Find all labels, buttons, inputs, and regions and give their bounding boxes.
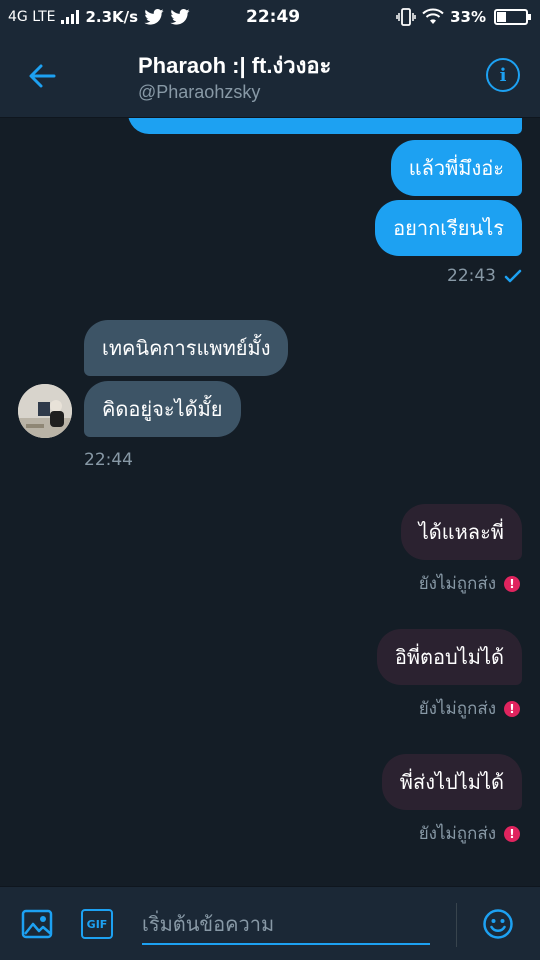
twitter-bird-icon bbox=[144, 9, 164, 25]
vibrate-icon bbox=[396, 8, 416, 26]
battery-fill bbox=[497, 12, 507, 22]
avatar-image bbox=[18, 384, 72, 438]
conversation-title[interactable]: Pharaoh :| ft.ง่วงอะ bbox=[138, 48, 331, 83]
emoji-icon bbox=[483, 909, 513, 939]
wifi-icon bbox=[422, 8, 444, 24]
image-button[interactable] bbox=[20, 907, 54, 941]
message-timestamp: 22:43 bbox=[447, 266, 496, 286]
network-speed: 2.3K/s bbox=[85, 8, 139, 26]
message-bubble-sent[interactable]: แล้วพี่มึงอ่ะ bbox=[390, 140, 522, 196]
message-bubble-sent-partial[interactable] bbox=[128, 118, 522, 134]
message-bubble-sent[interactable]: อยากเรียนไร bbox=[375, 200, 522, 256]
battery-percent: 33% bbox=[450, 8, 486, 26]
message-bubble-failed[interactable]: อิพี่ตอบไม่ได้ bbox=[376, 629, 522, 685]
error-icon: ! bbox=[504, 825, 520, 842]
message-meta: 22:43 bbox=[447, 266, 522, 286]
error-icon: ! bbox=[504, 575, 520, 592]
back-button[interactable] bbox=[24, 58, 60, 94]
conversation-handle[interactable]: @Pharaohzsky bbox=[138, 82, 260, 103]
message-status[interactable]: ยังไม่ถูกส่ง ! bbox=[419, 570, 520, 597]
emoji-button[interactable] bbox=[481, 907, 515, 941]
message-status[interactable]: ยังไม่ถูกส่ง ! bbox=[419, 695, 520, 722]
network-type: 4G LTE bbox=[8, 9, 56, 25]
gif-icon: GIF bbox=[81, 909, 113, 939]
conversation-header: Pharaoh :| ft.ง่วงอะ @Pharaohzsky i bbox=[0, 34, 540, 118]
message-composer: GIF bbox=[0, 886, 540, 960]
signal-icon bbox=[61, 10, 80, 24]
info-icon[interactable]: i bbox=[486, 58, 520, 92]
checkmark-icon bbox=[504, 269, 522, 283]
message-bubble-received[interactable]: เทคนิคการแพทย์มั้ง bbox=[84, 320, 289, 376]
message-thread[interactable]: แล้วพี่มึงอ่ะ อยากเรียนไร 22:43 เทคนิคกา… bbox=[0, 118, 540, 886]
message-timestamp: 22:44 bbox=[84, 450, 133, 470]
status-bar-right: 33% bbox=[396, 0, 531, 34]
message-bubble-received[interactable]: คิดอยู่จะได้มั้ย bbox=[84, 381, 241, 437]
battery-icon bbox=[494, 9, 531, 25]
clock: 22:49 bbox=[246, 7, 301, 27]
gif-button[interactable]: GIF bbox=[80, 907, 114, 941]
message-bubble-failed[interactable]: ได้แหละพี่ bbox=[400, 504, 522, 560]
not-sent-label: ยังไม่ถูกส่ง bbox=[418, 574, 496, 594]
avatar[interactable] bbox=[18, 384, 72, 438]
not-sent-label: ยังไม่ถูกส่ง bbox=[418, 824, 496, 844]
status-bar-left: 4G LTE 2.3K/s bbox=[8, 0, 190, 34]
arrow-left-icon bbox=[29, 64, 56, 88]
error-icon: ! bbox=[504, 700, 520, 717]
message-status[interactable]: ยังไม่ถูกส่ง ! bbox=[419, 820, 520, 847]
composer-divider bbox=[456, 903, 457, 947]
twitter-bird-icon bbox=[170, 9, 190, 25]
status-bar: 4G LTE 2.3K/s 22:49 33% bbox=[0, 0, 540, 34]
image-icon bbox=[21, 909, 53, 939]
message-bubble-failed[interactable]: พี่ส่งไปไม่ได้ bbox=[381, 754, 522, 810]
not-sent-label: ยังไม่ถูกส่ง bbox=[418, 699, 496, 719]
message-input[interactable] bbox=[142, 905, 430, 945]
